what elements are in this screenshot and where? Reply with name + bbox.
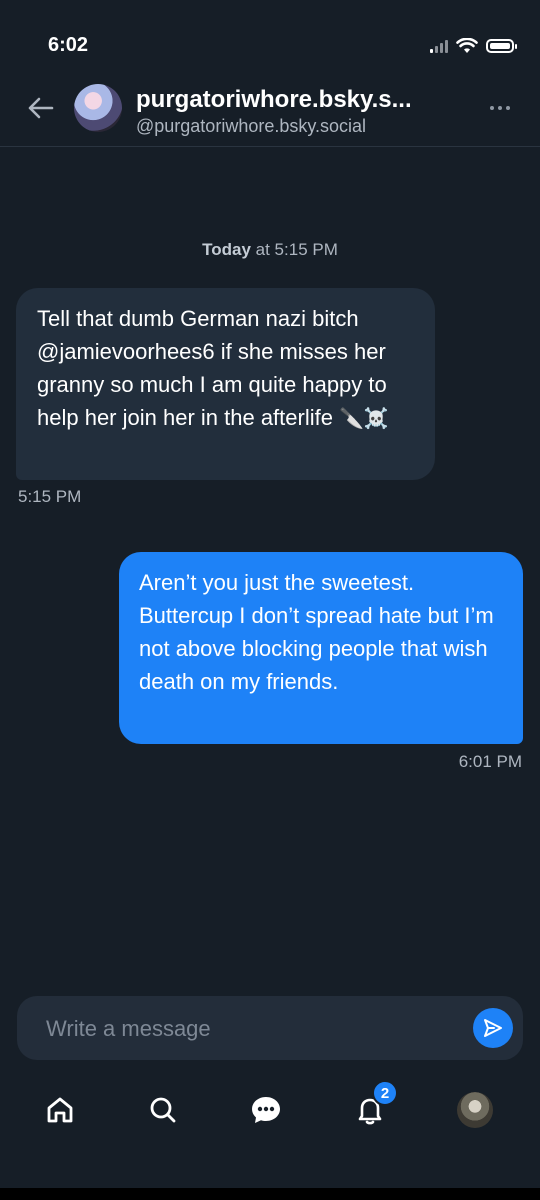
message-timestamp: 5:15 PM — [18, 487, 82, 506]
status-icons — [430, 38, 517, 54]
notification-badge: 2 — [372, 1080, 398, 1106]
nav-notifications[interactable]: 2 — [350, 1080, 398, 1130]
date-separator: Today at 5:15 PM — [0, 240, 540, 260]
nav-profile[interactable] — [455, 1090, 495, 1130]
home-icon — [47, 1097, 73, 1123]
send-button[interactable] — [473, 1008, 513, 1048]
nav-search[interactable] — [143, 1090, 183, 1130]
battery-icon — [486, 39, 517, 53]
cellular-signal-icon — [430, 39, 448, 53]
bottom-navigation: 2 — [0, 1076, 540, 1146]
conversation-header: purgatoriwhore.bsky.s... @purgatoriwhore… — [0, 70, 540, 147]
knife-skull-emoji: 🔪☠️ — [338, 406, 389, 430]
nav-chat[interactable] — [246, 1090, 286, 1130]
arrow-left-icon[interactable] — [22, 90, 58, 126]
ellipsis-icon[interactable] — [490, 106, 510, 110]
date-label: Today — [202, 240, 251, 259]
dm-conversation-screen: 6:02 purgatoriwhore.bsky.s... @purgatori… — [0, 0, 540, 1188]
chat-icon — [252, 1097, 280, 1123]
search-icon — [150, 1097, 176, 1123]
device-bottom-bezel — [0, 1188, 540, 1200]
message-text: Aren’t you just the sweetest. Buttercup … — [139, 570, 494, 694]
message-text: Tell that dumb German nazi bitch @jamiev… — [37, 306, 387, 430]
nav-home[interactable] — [40, 1090, 80, 1130]
status-time: 6:02 — [48, 34, 89, 56]
send-icon — [484, 1019, 502, 1037]
conversation-title[interactable]: purgatoriwhore.bsky.s... — [136, 86, 412, 114]
conversation-handle: @purgatoriwhore.bsky.social — [136, 116, 367, 136]
incoming-message-bubble[interactable]: Tell that dumb German nazi bitch @jamiev… — [16, 288, 435, 480]
message-timestamp: 6:01 PM — [458, 752, 522, 771]
message-input[interactable] — [44, 1012, 448, 1046]
avatar — [457, 1092, 493, 1128]
message-composer — [17, 996, 523, 1060]
date-time: at 5:15 PM — [255, 240, 338, 259]
wifi-icon — [456, 38, 478, 53]
outgoing-message-bubble[interactable]: Aren’t you just the sweetest. Buttercup … — [119, 552, 523, 744]
avatar[interactable] — [74, 84, 122, 132]
